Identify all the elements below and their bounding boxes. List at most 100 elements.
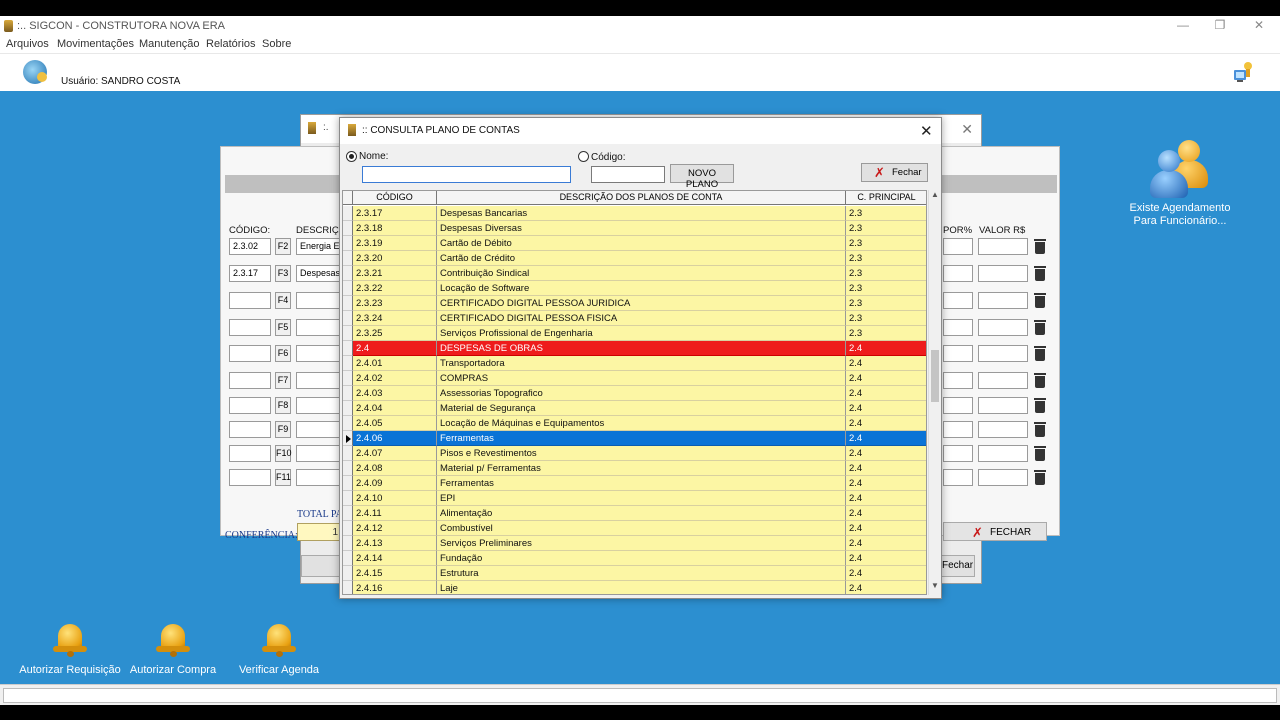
form-fkey-button[interactable]: F9: [275, 421, 291, 438]
table-row[interactable]: 2.3.18 Despesas Diversas 2.3: [343, 221, 926, 236]
form-desc-cell[interactable]: [296, 397, 340, 414]
scroll-down-icon[interactable]: ▼: [929, 581, 941, 595]
table-row[interactable]: 2.4.07 Pisos e Revestimentos 2.4: [343, 446, 926, 461]
background-action-button[interactable]: [301, 555, 341, 577]
plano-contas-grid[interactable]: CÓDIGO DESCRIÇÃO DOS PLANOS DE CONTA C. …: [342, 190, 927, 595]
table-row[interactable]: 2.3.17 Despesas Bancarias 2.3: [343, 206, 926, 221]
form-valor-cell[interactable]: [978, 372, 1028, 389]
form-desc-cell[interactable]: [296, 445, 340, 462]
dialog-close-button[interactable]: ✕: [920, 122, 933, 140]
table-row[interactable]: 2.4.01 Transportadora 2.4: [343, 356, 926, 371]
trash-icon[interactable]: [1033, 346, 1047, 361]
verificar-agenda-shortcut[interactable]: Verificar Agenda: [236, 620, 322, 676]
table-row[interactable]: 2.3.24 CERTIFICADO DIGITAL PESSOA FISICA 2…: [343, 311, 926, 326]
form-fkey-button[interactable]: F11: [275, 469, 291, 486]
form-por-cell[interactable]: [943, 292, 973, 309]
table-row[interactable]: 2.4.03 Assessorias Topografico 2.4: [343, 386, 926, 401]
header-principal[interactable]: C. PRINCIPAL: [846, 191, 926, 205]
autorizar-requisicao-shortcut[interactable]: Autorizar Requisição: [16, 620, 124, 676]
table-row[interactable]: 2.4 DESPESAS DE OBRAS 2.4: [343, 341, 926, 356]
menu-sobre[interactable]: Sobre: [262, 38, 291, 50]
form-desc-cell[interactable]: [296, 345, 340, 362]
table-row[interactable]: 2.4.11 Alimentação 2.4: [343, 506, 926, 521]
table-row[interactable]: 2.4.16 Laje 2.4: [343, 581, 926, 594]
novo-plano-button[interactable]: NOVO PLANO: [670, 164, 734, 190]
header-descricao[interactable]: DESCRIÇÃO DOS PLANOS DE CONTA: [437, 191, 846, 205]
menu-arquivos[interactable]: Arquivos: [6, 38, 49, 50]
form-fkey-button[interactable]: F6: [275, 345, 291, 362]
scroll-thumb[interactable]: [931, 350, 939, 402]
trash-icon[interactable]: [1033, 239, 1047, 254]
form-fkey-button[interactable]: F8: [275, 397, 291, 414]
table-row[interactable]: 2.4.06 Ferramentas 2.4: [343, 431, 926, 446]
grid-scrollbar[interactable]: ▲ ▼: [928, 190, 940, 595]
form-fkey-button[interactable]: F2: [275, 238, 291, 255]
form-code-cell[interactable]: [229, 319, 271, 336]
form-fkey-button[interactable]: F4: [275, 292, 291, 309]
form-por-cell[interactable]: [943, 421, 973, 438]
table-row[interactable]: 2.3.22 Locação de Software 2.3: [343, 281, 926, 296]
form-code-cell[interactable]: [229, 292, 271, 309]
trash-icon[interactable]: [1033, 446, 1047, 461]
form-valor-cell[interactable]: [978, 265, 1028, 282]
table-row[interactable]: 2.3.23 CERTIFICADO DIGITAL PESSOA JURIDIC…: [343, 296, 926, 311]
form-desc-cell[interactable]: [296, 319, 340, 336]
nome-radio[interactable]: [346, 151, 357, 162]
form-valor-cell[interactable]: [978, 292, 1028, 309]
scroll-up-icon[interactable]: ▲: [929, 190, 941, 204]
form-code-cell[interactable]: 2.3.02: [229, 238, 271, 255]
form-code-cell[interactable]: [229, 397, 271, 414]
form-desc-cell[interactable]: Energia El: [296, 238, 340, 255]
form-code-cell[interactable]: [229, 345, 271, 362]
codigo-input[interactable]: [591, 166, 665, 183]
form-valor-cell[interactable]: [978, 397, 1028, 414]
trash-icon[interactable]: [1033, 373, 1047, 388]
table-row[interactable]: 2.3.19 Cartão de Débito 2.3: [343, 236, 926, 251]
close-button[interactable]: ✕: [1250, 18, 1268, 34]
form-valor-cell[interactable]: [978, 345, 1028, 362]
form-fkey-button[interactable]: F5: [275, 319, 291, 336]
trash-icon[interactable]: [1033, 470, 1047, 485]
table-row[interactable]: 2.3.25 Serviços Profissional de Engenhari…: [343, 326, 926, 341]
form-valor-cell[interactable]: [978, 319, 1028, 336]
form-valor-cell[interactable]: [978, 421, 1028, 438]
table-row[interactable]: 2.4.08 Material p/ Ferramentas 2.4: [343, 461, 926, 476]
form-por-cell[interactable]: [943, 469, 973, 486]
table-row[interactable]: 2.3.21 Contribuição Sindical 2.3: [343, 266, 926, 281]
table-row[interactable]: 2.3.20 Cartão de Crédito 2.3: [343, 251, 926, 266]
form-fkey-button[interactable]: F10: [275, 445, 292, 462]
header-codigo[interactable]: CÓDIGO: [353, 191, 437, 205]
form-code-cell[interactable]: [229, 421, 271, 438]
menu-manutencao[interactable]: Manutenção: [139, 38, 200, 50]
form-desc-cell[interactable]: [296, 469, 340, 486]
table-row[interactable]: 2.4.13 Serviços Preliminares 2.4: [343, 536, 926, 551]
minimize-button[interactable]: —: [1174, 18, 1192, 34]
form-desc-cell[interactable]: [296, 372, 340, 389]
restore-button[interactable]: ❐: [1211, 18, 1229, 34]
form-por-cell[interactable]: [943, 345, 973, 362]
form-valor-cell[interactable]: [978, 445, 1028, 462]
nome-input[interactable]: [362, 166, 571, 183]
table-row[interactable]: 2.4.14 Fundação 2.4: [343, 551, 926, 566]
trash-icon[interactable]: [1033, 398, 1047, 413]
form-por-cell[interactable]: [943, 372, 973, 389]
dialog-fechar-button[interactable]: ✗ Fechar: [861, 163, 928, 182]
background-window-close[interactable]: ✕: [961, 121, 973, 138]
form-valor-cell[interactable]: [978, 469, 1028, 486]
form-code-cell[interactable]: [229, 445, 271, 462]
table-row[interactable]: 2.4.09 Ferramentas 2.4: [343, 476, 926, 491]
network-user-icon[interactable]: [1232, 60, 1254, 84]
table-row[interactable]: 2.4.12 Combustível 2.4: [343, 521, 926, 536]
form-code-cell[interactable]: [229, 469, 271, 486]
form-fkey-button[interactable]: F3: [275, 265, 291, 282]
form-desc-cell[interactable]: [296, 292, 340, 309]
codigo-radio[interactable]: [578, 151, 589, 162]
form-por-cell[interactable]: [943, 445, 973, 462]
table-row[interactable]: 2.4.15 Estrutura 2.4: [343, 566, 926, 581]
form-code-cell[interactable]: 2.3.17: [229, 265, 271, 282]
table-row[interactable]: 2.4.02 COMPRAS 2.4: [343, 371, 926, 386]
form-por-cell[interactable]: [943, 265, 973, 282]
users-group-icon[interactable]: [1148, 138, 1210, 200]
table-row[interactable]: 2.4.10 EPI 2.4: [343, 491, 926, 506]
form-por-cell[interactable]: [943, 397, 973, 414]
